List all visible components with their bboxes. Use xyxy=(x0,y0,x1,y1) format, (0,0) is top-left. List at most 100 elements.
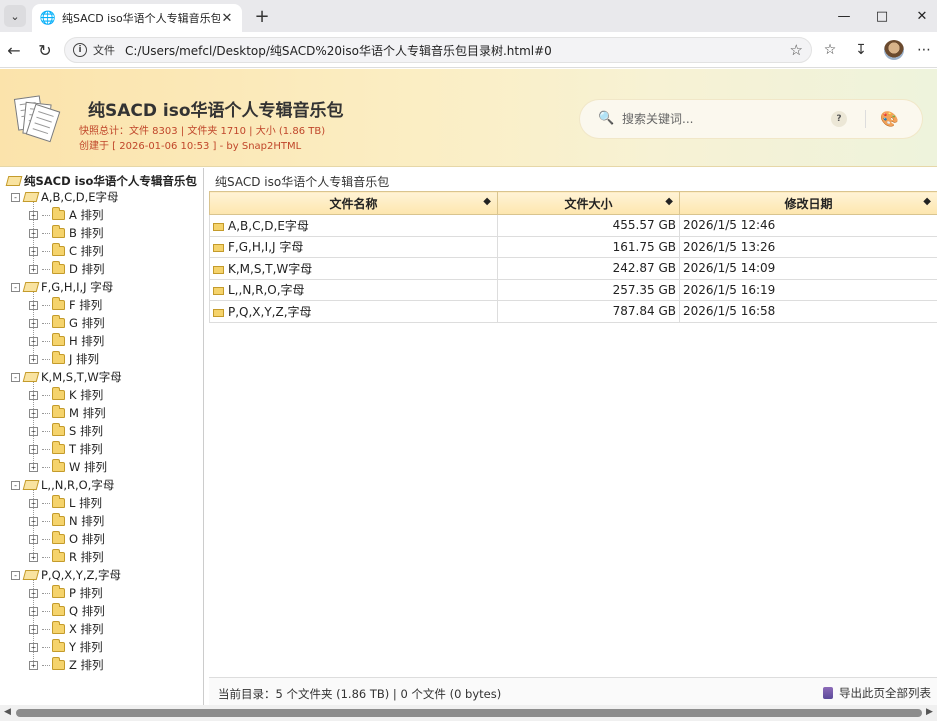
window-close-icon[interactable]: ✕ xyxy=(907,4,937,28)
tree-group-item[interactable]: - K,M,S,T,W字母 xyxy=(11,368,122,386)
open-folder-icon xyxy=(22,480,40,490)
export-icon xyxy=(823,687,833,699)
tree-folder-item[interactable]: + A 排列 xyxy=(29,206,104,224)
tree-group-item[interactable]: - F,G,H,I,J 字母 xyxy=(11,278,113,296)
file-scheme-chip: 文件 xyxy=(93,44,115,57)
file-name-cell[interactable]: P,Q,X,Y,Z,字母 xyxy=(209,300,498,323)
tree-folder-item[interactable]: + L 排列 xyxy=(29,494,102,512)
tree-folder-item[interactable]: + M 排列 xyxy=(29,404,106,422)
status-bar: 当前目录：5 个文件夹 (1.86 TB) | 0 个文件 (0 bytes) … xyxy=(209,677,937,705)
column-header-size[interactable]: 文件大小 ◆ xyxy=(497,191,680,215)
file-name-cell[interactable]: A,B,C,D,E字母 xyxy=(209,214,498,237)
more-menu-icon[interactable]: ⋯ xyxy=(912,38,936,62)
browser-tab[interactable]: 🌐 纯SACD iso华语个人专辑音乐包 ✕ xyxy=(32,4,242,32)
tree-folder-item[interactable]: + Q 排列 xyxy=(29,602,105,620)
modified-date-cell: 2026/1/5 12:46 xyxy=(679,214,937,237)
collapse-toggle-icon[interactable]: - xyxy=(11,570,20,580)
tree-folder-item[interactable]: + H 排列 xyxy=(29,332,104,350)
file-size-cell: 161.75 GB xyxy=(497,235,680,258)
column-header-date[interactable]: 修改日期 ◆ xyxy=(679,191,937,215)
tree-folder-item[interactable]: + T 排列 xyxy=(29,440,103,458)
tree-folder-item[interactable]: + K 排列 xyxy=(29,386,103,404)
tree-group-item[interactable]: - A,B,C,D,E字母 xyxy=(11,188,119,206)
file-table-body: A,B,C,D,E字母 455.57 GB 2026/1/5 12:46 F,G,H,… xyxy=(209,214,937,323)
palette-icon[interactable]: 🎨 xyxy=(880,110,899,128)
search-help-button[interactable]: ? xyxy=(831,111,847,127)
tree-folder-item[interactable]: + B 排列 xyxy=(29,224,104,242)
tree-folder-label: B 排列 xyxy=(69,226,104,240)
tree-root[interactable]: 纯SACD iso华语个人专辑音乐包 xyxy=(5,173,197,189)
table-row[interactable]: L,,N,R,O,字母 257.35 GB 2026/1/5 16:19 xyxy=(209,278,937,301)
tree-folder-item[interactable]: + D 排列 xyxy=(29,260,105,278)
scroll-left-icon[interactable]: ◀ xyxy=(4,707,11,717)
modified-date-cell: 2026/1/5 13:26 xyxy=(679,235,937,258)
tree-connector xyxy=(42,646,50,648)
tree-folder-item[interactable]: + X 排列 xyxy=(29,620,104,638)
reload-icon[interactable]: ↻ xyxy=(33,38,57,62)
sort-icon: ◆ xyxy=(923,196,931,207)
url-text[interactable]: C:/Users/mefcl/Desktop/纯SACD%20iso华语个人专辑… xyxy=(125,42,790,59)
table-row[interactable]: A,B,C,D,E字母 455.57 GB 2026/1/5 12:46 xyxy=(209,214,937,237)
collapse-toggle-icon[interactable]: - xyxy=(11,282,20,292)
tree-folder-item[interactable]: + G 排列 xyxy=(29,314,105,332)
info-icon[interactable]: i xyxy=(73,43,87,57)
column-header-name[interactable]: 文件名称 ◆ xyxy=(209,191,498,215)
tree-folder-item[interactable]: + P 排列 xyxy=(29,584,103,602)
folder-icon xyxy=(213,308,224,317)
maximize-icon[interactable]: □ xyxy=(867,4,897,28)
tree-folder-label: J 排列 xyxy=(69,352,100,366)
file-name-cell[interactable]: K,M,S,T,W字母 xyxy=(209,257,498,280)
url-omnibox[interactable]: i 文件 C:/Users/mefcl/Desktop/纯SACD%20iso华… xyxy=(64,37,812,63)
collapse-toggle-icon[interactable]: - xyxy=(11,480,20,490)
collapse-toggle-icon[interactable]: - xyxy=(11,192,20,202)
minimize-icon[interactable]: — xyxy=(829,4,859,28)
new-tab-plus-icon[interactable]: + xyxy=(250,4,274,28)
star-icon[interactable]: ☆ xyxy=(790,41,803,59)
table-row[interactable]: P,Q,X,Y,Z,字母 787.84 GB 2026/1/5 16:58 xyxy=(209,300,937,323)
tree-folder-item[interactable]: + N 排列 xyxy=(29,512,104,530)
download-icon[interactable]: ↧ xyxy=(849,38,873,62)
file-size-cell: 242.87 GB xyxy=(497,257,680,280)
breadcrumb[interactable]: 纯SACD iso华语个人专辑音乐包 xyxy=(215,173,389,190)
search-input[interactable] xyxy=(622,109,822,129)
tree-folder-item[interactable]: + J 排列 xyxy=(29,350,99,368)
table-row[interactable]: K,M,S,T,W字母 242.87 GB 2026/1/5 14:09 xyxy=(209,257,937,280)
export-list-link[interactable]: 导出此页全部列表 xyxy=(823,685,931,701)
folder-icon xyxy=(52,549,65,562)
tree-folder-label: D 排列 xyxy=(69,262,105,276)
collapse-toggle-icon[interactable]: - xyxy=(11,372,20,382)
tree-folder-label: S 排列 xyxy=(69,424,103,438)
scrollbar-thumb[interactable] xyxy=(16,709,922,717)
tree-folder-label: W 排列 xyxy=(69,460,108,474)
tab-close-icon[interactable]: ✕ xyxy=(220,11,234,26)
tree-connector xyxy=(42,502,50,504)
tree-folder-item[interactable]: + Z 排列 xyxy=(29,656,104,674)
file-name-cell[interactable]: L,,N,R,O,字母 xyxy=(209,278,498,301)
tree-folder-item[interactable]: + R 排列 xyxy=(29,548,104,566)
tree-group-item[interactable]: - P,Q,X,Y,Z,字母 xyxy=(11,566,121,584)
tree-folder-label: P 排列 xyxy=(69,586,103,600)
tree-group-item[interactable]: - L,,N,R,O,字母 xyxy=(11,476,114,494)
tree-folder-item[interactable]: + S 排列 xyxy=(29,422,103,440)
horizontal-scrollbar[interactable]: ◀ ▶ xyxy=(0,705,937,721)
file-name-cell[interactable]: F,G,H,I,J 字母 xyxy=(209,235,498,258)
tree-folder-item[interactable]: + F 排列 xyxy=(29,296,102,314)
back-arrow-icon[interactable]: ← xyxy=(2,38,26,62)
tree-folder-label: N 排列 xyxy=(69,514,105,528)
folder-icon xyxy=(213,287,224,296)
tree-folder-label: K 排列 xyxy=(69,388,104,402)
folder-tree: 纯SACD iso华语个人专辑音乐包 - A,B,C,D,E字母 + A 排列 + B 排… xyxy=(0,168,204,705)
tree-folder-item[interactable]: + Y 排列 xyxy=(29,638,103,656)
tab-list-chevron-icon[interactable]: ⌄ xyxy=(4,5,26,27)
favorites-list-icon[interactable]: ☆ xyxy=(818,38,842,62)
tree-group-label: L,,N,R,O,字母 xyxy=(41,478,115,492)
page-content: 纯SACD iso华语个人专辑音乐包 快照总计：文件 8303 | 文件夹 17… xyxy=(0,69,937,721)
tree-folder-item[interactable]: + C 排列 xyxy=(29,242,104,260)
tree-folder-item[interactable]: + W 排列 xyxy=(29,458,107,476)
scroll-right-icon[interactable]: ▶ xyxy=(926,707,933,717)
file-name: K,M,S,T,W字母 xyxy=(228,261,313,276)
tree-folder-item[interactable]: + O 排列 xyxy=(29,530,105,548)
profile-avatar[interactable] xyxy=(884,40,904,60)
folder-icon xyxy=(213,265,224,274)
table-row[interactable]: F,G,H,I,J 字母 161.75 GB 2026/1/5 13:26 xyxy=(209,235,937,258)
